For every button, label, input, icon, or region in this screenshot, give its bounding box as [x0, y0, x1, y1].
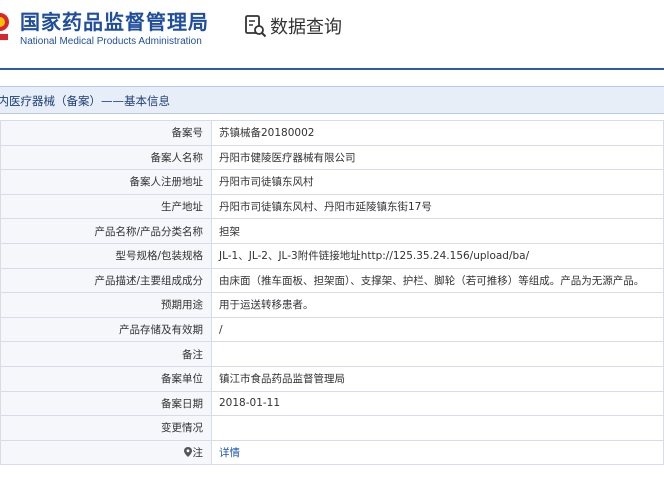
header-divider: [0, 68, 664, 70]
table-row: 备案日期 2018-01-11: [0, 390, 664, 417]
table-row: 变更情况: [0, 415, 664, 441]
field-value: 用于运送转移患者。: [211, 292, 664, 318]
table-row: 预期用途 用于运送转移患者。: [0, 292, 664, 318]
field-value: 2018-01-11: [211, 390, 664, 417]
table-row: 备案人注册地址 丹阳市司徒镇东风村: [0, 169, 664, 195]
emblem-icon: [0, 13, 9, 40]
details-link[interactable]: 详情: [219, 447, 240, 459]
field-value: 镇江市食品药品监督管理局: [211, 365, 664, 392]
table-row: 备案人名称 丹阳市健陵医疗器械有限公司: [0, 144, 664, 171]
table-row: 产品存储及有效期 /: [0, 316, 664, 343]
field-label: 备案号: [0, 120, 212, 146]
field-value: 苏镇械备20180002: [211, 120, 664, 146]
site-header: 国家药品监督管理局 National Medical Products Admi…: [0, 0, 664, 68]
field-value: JL-1、JL-2、JL-3附件链接地址http://125.35.24.156…: [211, 242, 664, 269]
table-row: 产品名称/产品分类名称 担架: [0, 218, 664, 244]
field-label: 型号规格/包装规格: [0, 242, 212, 269]
field-value: [211, 415, 664, 441]
location-pin-icon: [183, 447, 192, 458]
field-value: /: [211, 316, 664, 343]
field-value: [211, 341, 664, 367]
note-label-cell: 注: [0, 439, 212, 466]
note-label: 注: [192, 447, 204, 460]
field-label: 备案单位: [0, 365, 212, 392]
field-value: 担架: [211, 218, 664, 244]
org-name-cn[interactable]: 国家药品监督管理局: [20, 6, 209, 35]
section-header: 境内医疗器械（备案）——基本信息: [0, 86, 664, 114]
field-value: 丹阳市司徒镇东风村: [211, 169, 664, 195]
page-title: 数据查询: [270, 17, 342, 38]
table-row: 备案号 苏镇械备20180002: [0, 120, 664, 146]
table-row: 型号规格/包装规格 JL-1、JL-2、JL-3附件链接地址http://125.…: [0, 242, 664, 269]
field-label: 备注: [0, 341, 212, 367]
field-label: 变更情况: [0, 415, 212, 441]
field-value: 丹阳市司徒镇东风村、丹阳市延陵镇东街17号: [211, 193, 664, 220]
field-label: 生产地址: [0, 193, 212, 220]
field-value: 丹阳市健陵医疗器械有限公司: [211, 144, 664, 171]
field-label: 备案人注册地址: [0, 169, 212, 195]
field-label: 产品名称/产品分类名称: [0, 218, 212, 244]
data-query-icon: [245, 15, 267, 38]
field-value: 由床面（推车面板、担架面）、支撑架、护栏、脚轮（若可推移）等组成。产品为无源产品…: [211, 267, 664, 294]
note-value-cell: 详情: [211, 439, 664, 466]
info-table: 备案号 苏镇械备20180002 备案人名称 丹阳市健陵医疗器械有限公司 备案人注册地址…: [0, 120, 664, 466]
section-title: 境内医疗器械（备案）——基本信息: [0, 94, 170, 108]
table-row-note: 注 详情: [0, 439, 664, 466]
field-label: 产品存储及有效期: [0, 316, 212, 343]
table-row: 备案单位 镇江市食品药品监督管理局: [0, 365, 664, 392]
field-label: 预期用途: [0, 292, 212, 318]
field-label: 备案日期: [0, 390, 212, 417]
field-label: 产品描述/主要组成成分: [0, 267, 212, 294]
table-row: 备注: [0, 341, 664, 367]
field-label: 备案人名称: [0, 144, 212, 171]
table-row: 生产地址 丹阳市司徒镇东风村、丹阳市延陵镇东街17号: [0, 193, 664, 220]
org-name-en[interactable]: National Medical Products Administration: [20, 36, 202, 47]
table-row: 产品描述/主要组成成分 由床面（推车面板、担架面）、支撑架、护栏、脚轮（若可推移）…: [0, 267, 664, 294]
